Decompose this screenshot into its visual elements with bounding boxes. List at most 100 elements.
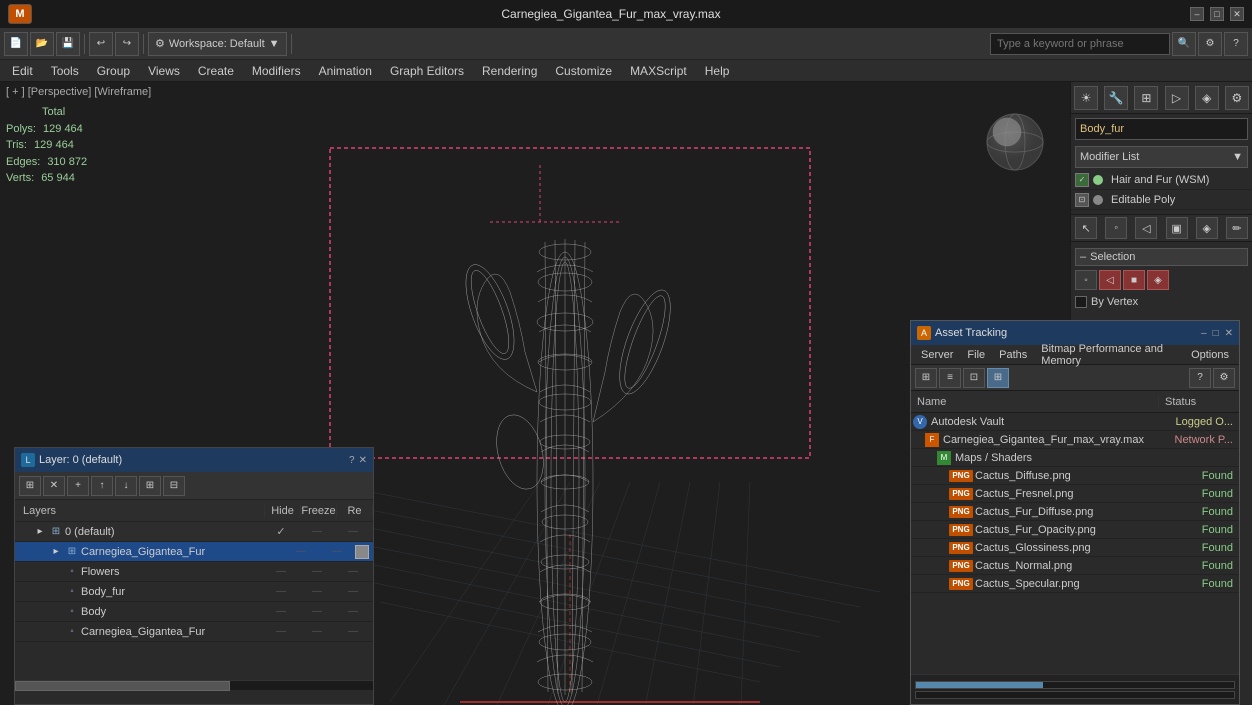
asset-restore-button[interactable]: □ bbox=[1213, 328, 1219, 339]
modifier-bulb-hair[interactable] bbox=[1093, 175, 1103, 185]
asset-tool-list[interactable]: ≡ bbox=[939, 368, 961, 388]
layer-delete-btn[interactable]: ✕ bbox=[43, 476, 65, 496]
layer-title-icons: ? ✕ bbox=[349, 455, 367, 466]
asset-tool-expand[interactable]: ⊞ bbox=[915, 368, 937, 388]
asset-row-glossiness[interactable]: PNG Cactus_Glossiness.png Found bbox=[911, 539, 1239, 557]
asset-menu-server[interactable]: Server bbox=[915, 345, 959, 365]
asset-row-specular[interactable]: PNG Cactus_Specular.png Found bbox=[911, 575, 1239, 593]
menu-rendering[interactable]: Rendering bbox=[474, 62, 545, 80]
layer-icon-btn[interactable]: ⊞ bbox=[19, 476, 41, 496]
rp-icon-hierarchy[interactable]: ⊞ bbox=[1134, 86, 1158, 110]
close-button[interactable]: ✕ bbox=[1230, 7, 1244, 21]
layer-close-button[interactable]: ✕ bbox=[359, 455, 367, 466]
layer-collapse-btn[interactable]: ⊟ bbox=[163, 476, 185, 496]
asset-row-fur-diffuse[interactable]: PNG Cactus_Fur_Diffuse.png Found bbox=[911, 503, 1239, 521]
search-input[interactable] bbox=[990, 33, 1170, 55]
layer-visibility-check[interactable]: ✓ bbox=[263, 525, 299, 538]
workspace-dropdown[interactable]: ⚙ Workspace: Default ▼ bbox=[148, 32, 287, 56]
title-bar-title: Carnegiea_Gigantea_Fur_max_vray.max bbox=[32, 7, 1190, 21]
layer-scrollbar-thumb[interactable] bbox=[15, 681, 230, 691]
asset-tool-help[interactable]: ? bbox=[1189, 368, 1211, 388]
asset-menu-options[interactable]: Options bbox=[1185, 345, 1235, 365]
help-button[interactable]: ? bbox=[1224, 32, 1248, 56]
sel-icon-3[interactable]: ■ bbox=[1123, 270, 1145, 290]
asset-minimize-button[interactable]: – bbox=[1201, 328, 1207, 339]
menu-help[interactable]: Help bbox=[697, 62, 738, 80]
save-button[interactable]: 💾 bbox=[56, 32, 80, 56]
menu-create[interactable]: Create bbox=[190, 62, 242, 80]
asset-tool-settings[interactable]: ⚙ bbox=[1213, 368, 1235, 388]
layer-row[interactable]: ▸ ⊞ Carnegiea_Gigantea_Fur — — bbox=[15, 542, 373, 562]
menu-animation[interactable]: Animation bbox=[311, 62, 380, 80]
selection-header[interactable]: – Selection bbox=[1075, 248, 1248, 266]
asset-row-vault[interactable]: V Autodesk Vault Logged O... bbox=[911, 413, 1239, 431]
layer-obj-icon-2: ◦ bbox=[65, 585, 79, 599]
search-button[interactable]: 🔍 bbox=[1172, 32, 1196, 56]
asset-row-normal[interactable]: PNG Cactus_Normal.png Found bbox=[911, 557, 1239, 575]
layer-add-btn[interactable]: + bbox=[67, 476, 89, 496]
rp-edge-tool[interactable]: ◁ bbox=[1135, 217, 1157, 239]
new-file-button[interactable]: 📄 bbox=[4, 32, 28, 56]
menu-modifiers[interactable]: Modifiers bbox=[244, 62, 309, 80]
redo-button[interactable]: ↪ bbox=[115, 32, 139, 56]
sel-icon-2[interactable]: ◁ bbox=[1099, 270, 1121, 290]
layer-scrollbar[interactable] bbox=[15, 680, 373, 690]
menu-maxscript[interactable]: MAXScript bbox=[622, 62, 695, 80]
menu-edit[interactable]: Edit bbox=[4, 62, 41, 80]
rp-icon-display[interactable]: ◈ bbox=[1195, 86, 1219, 110]
by-vertex-checkbox[interactable] bbox=[1075, 296, 1087, 308]
rp-icon-utils[interactable]: ⚙ bbox=[1225, 86, 1249, 110]
layer-row[interactable]: ◦ Body — — — bbox=[15, 602, 373, 622]
asset-row-file[interactable]: F Carnegiea_Gigantea_Fur_max_vray.max Ne… bbox=[911, 431, 1239, 449]
asset-menu-bitmap[interactable]: Bitmap Performance and Memory bbox=[1035, 345, 1183, 365]
layer-expand-btn[interactable]: ⊞ bbox=[139, 476, 161, 496]
modifier-list-header[interactable]: Modifier List ▼ bbox=[1075, 146, 1248, 168]
layer-row[interactable]: ◦ Carnegiea_Gigantea_Fur — — — bbox=[15, 622, 373, 642]
object-name-input[interactable] bbox=[1075, 118, 1248, 140]
rp-icon-sun[interactable]: ☀ bbox=[1074, 86, 1098, 110]
undo-button[interactable]: ↩ bbox=[89, 32, 113, 56]
modifier-item-editable-poly[interactable]: ⊡ Editable Poly bbox=[1071, 190, 1252, 210]
rp-paint-tool[interactable]: ✏ bbox=[1226, 217, 1248, 239]
menu-tools[interactable]: Tools bbox=[43, 62, 87, 80]
rp-icon-modify[interactable]: 🔧 bbox=[1104, 86, 1128, 110]
asset-menu-file[interactable]: File bbox=[961, 345, 991, 365]
sel-icon-1[interactable]: ◦ bbox=[1075, 270, 1097, 290]
layer-move-down-btn[interactable]: ↓ bbox=[115, 476, 137, 496]
minimize-button[interactable]: – bbox=[1190, 7, 1204, 21]
modifier-visibility-icon[interactable]: ✓ bbox=[1075, 173, 1089, 187]
layer-move-up-btn[interactable]: ↑ bbox=[91, 476, 113, 496]
asset-close-button[interactable]: ✕ bbox=[1225, 328, 1233, 339]
sel-icon-4[interactable]: ◈ bbox=[1147, 270, 1169, 290]
restore-button[interactable]: □ bbox=[1210, 7, 1224, 21]
layer-type-icon-2: ⊞ bbox=[65, 545, 79, 559]
open-button[interactable]: 📂 bbox=[30, 32, 54, 56]
app-logo[interactable]: M bbox=[8, 4, 32, 24]
asset-row-maps[interactable]: M Maps / Shaders bbox=[911, 449, 1239, 467]
layer-help-button[interactable]: ? bbox=[349, 455, 355, 466]
search-options-button[interactable]: ⚙ bbox=[1198, 32, 1222, 56]
rp-icon-motion[interactable]: ▷ bbox=[1165, 86, 1189, 110]
asset-tool-grid[interactable]: ⊡ bbox=[963, 368, 985, 388]
modifier-visibility-icon-2[interactable]: ⊡ bbox=[1075, 193, 1089, 207]
modifier-bulb-poly[interactable] bbox=[1093, 195, 1103, 205]
layer-color-swatch[interactable] bbox=[355, 545, 369, 559]
asset-row-fresnel[interactable]: PNG Cactus_Fresnel.png Found bbox=[911, 485, 1239, 503]
menu-graph-editors[interactable]: Graph Editors bbox=[382, 62, 472, 80]
asset-row-fur-opacity[interactable]: PNG Cactus_Fur_Opacity.png Found bbox=[911, 521, 1239, 539]
rp-face-tool[interactable]: ▣ bbox=[1166, 217, 1188, 239]
rp-vertex-tool[interactable]: ◦ bbox=[1105, 217, 1127, 239]
menu-group[interactable]: Group bbox=[89, 62, 138, 80]
menu-customize[interactable]: Customize bbox=[547, 62, 620, 80]
asset-row-diffuse[interactable]: PNG Cactus_Diffuse.png Found bbox=[911, 467, 1239, 485]
asset-panel-icon: A bbox=[917, 326, 931, 340]
layer-row[interactable]: ◦ Body_fur — — — bbox=[15, 582, 373, 602]
menu-views[interactable]: Views bbox=[140, 62, 188, 80]
asset-menu-paths[interactable]: Paths bbox=[993, 345, 1033, 365]
rp-element-tool[interactable]: ◈ bbox=[1196, 217, 1218, 239]
asset-tool-table[interactable]: ⊞ bbox=[987, 368, 1009, 388]
layer-row[interactable]: ▸ ⊞ 0 (default) ✓ — — bbox=[15, 522, 373, 542]
layer-row[interactable]: ◦ Flowers — — — bbox=[15, 562, 373, 582]
modifier-item-hair-fur[interactable]: ✓ Hair and Fur (WSM) bbox=[1071, 170, 1252, 190]
rp-select-tool[interactable]: ↖ bbox=[1075, 217, 1097, 239]
